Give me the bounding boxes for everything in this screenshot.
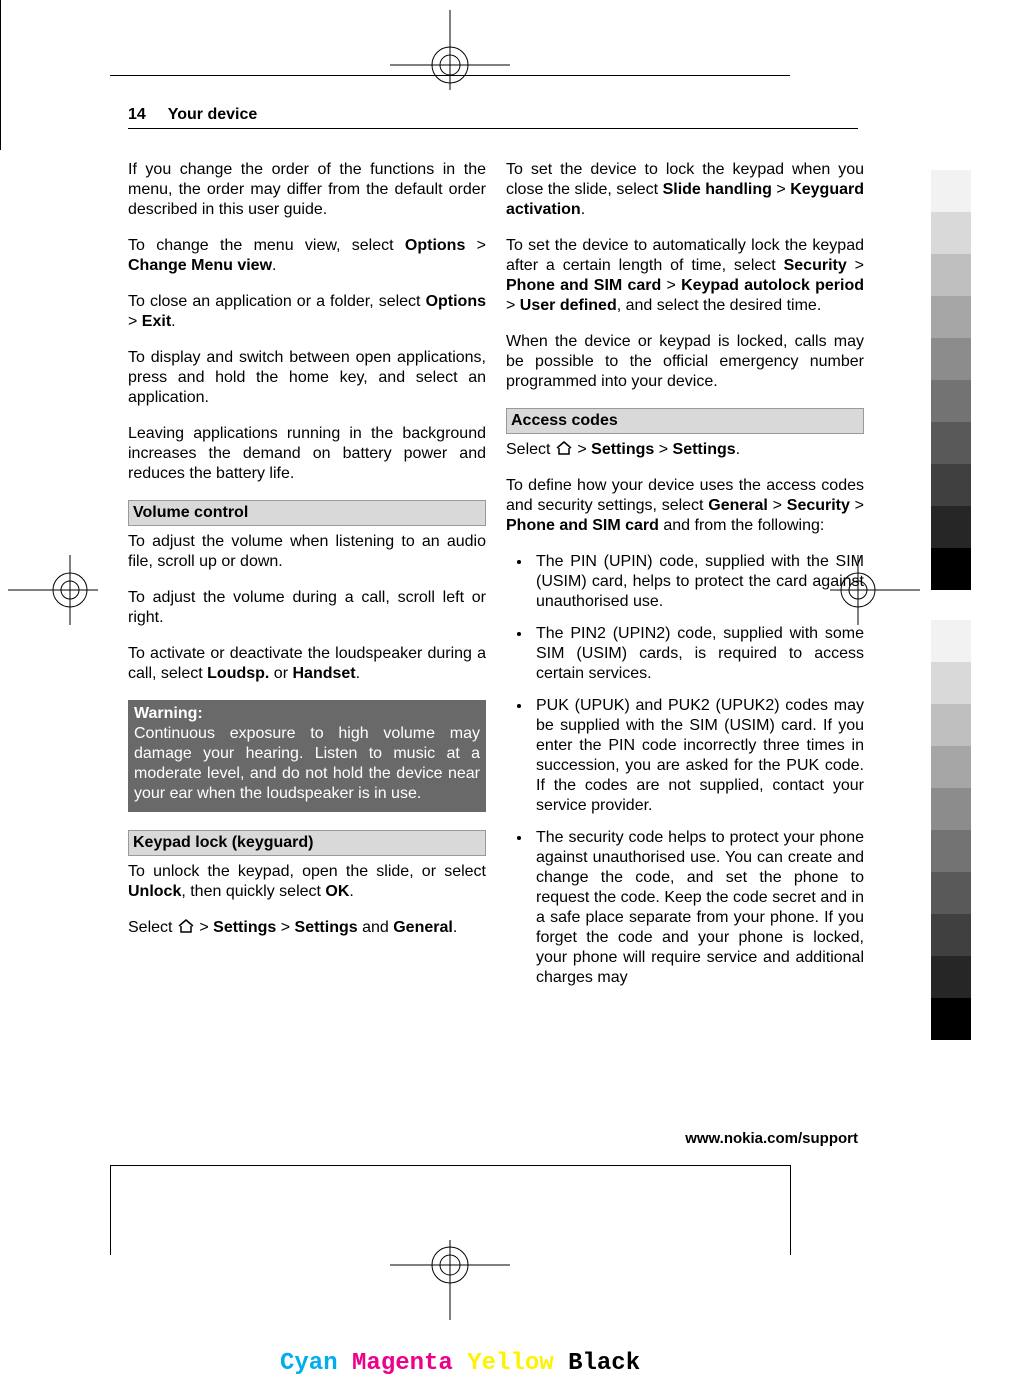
paragraph: If you change the order of the functions…: [128, 160, 486, 220]
magenta-label: Magenta: [352, 1350, 453, 1377]
registration-mark-icon: [8, 555, 98, 625]
page: 14 Your device If you change the order o…: [0, 0, 1016, 1396]
crop-mark: [110, 1165, 111, 1255]
section-heading-access: Access codes: [506, 408, 864, 434]
paragraph: Select > Settings > Settings and General…: [128, 918, 486, 938]
paragraph: Leaving applications running in the back…: [128, 424, 486, 484]
list-item: The PIN (UPIN) code, supplied with the S…: [532, 552, 864, 612]
crop-mark: [0, 75, 1, 150]
paragraph: To adjust the volume during a call, scro…: [128, 588, 486, 628]
right-column: To set the device to lock the keypad whe…: [506, 160, 864, 1000]
section-heading-volume: Volume control: [128, 500, 486, 526]
yellow-label: Yellow: [467, 1350, 553, 1377]
cyan-label: Cyan: [280, 1350, 338, 1377]
paragraph: To change the menu view, select Options …: [128, 236, 486, 276]
paragraph: To unlock the keypad, open the slide, or…: [128, 862, 486, 902]
paragraph: To set the device to automatically lock …: [506, 236, 864, 316]
crop-mark: [0, 0, 1, 75]
footer-url: www.nokia.com/support: [128, 1130, 858, 1147]
home-icon: [555, 440, 573, 456]
crop-mark: [790, 1165, 791, 1255]
paragraph: To close an application or a folder, sel…: [128, 292, 486, 332]
paragraph: To adjust the volume when listening to a…: [128, 532, 486, 572]
page-header: 14 Your device: [128, 106, 858, 129]
left-column: If you change the order of the functions…: [128, 160, 486, 1000]
home-icon: [177, 918, 195, 934]
grayscale-bar: [931, 170, 971, 1040]
list-item: PUK (UPUK) and PUK2 (UPUK2) codes may be…: [532, 696, 864, 816]
warning-title: Warning:: [134, 704, 480, 724]
page-number: 14: [128, 106, 146, 123]
paragraph: When the device or keypad is locked, cal…: [506, 332, 864, 392]
registration-mark-icon: [390, 10, 510, 90]
warning-body: Continuous exposure to high volume may d…: [134, 724, 480, 804]
black-label: Black: [568, 1350, 640, 1377]
paragraph: To define how your device uses the acces…: [506, 476, 864, 536]
registration-mark-icon: [390, 1240, 510, 1320]
section-title: Your device: [168, 106, 258, 123]
cmyk-label: Cyan Magenta Yellow Black: [280, 1350, 640, 1377]
list-item: The PIN2 (UPIN2) code, supplied with som…: [532, 624, 864, 684]
list-item: The security code helps to protect your …: [532, 828, 864, 988]
paragraph: To display and switch between open appli…: [128, 348, 486, 408]
paragraph: Select > Settings > Settings.: [506, 440, 864, 460]
paragraph: To set the device to lock the keypad whe…: [506, 160, 864, 220]
section-heading-keypad: Keypad lock (keyguard): [128, 830, 486, 856]
warning-box: Warning: Continuous exposure to high vol…: [128, 700, 486, 812]
codes-list: The PIN (UPIN) code, supplied with the S…: [506, 552, 864, 988]
paragraph: To activate or deactivate the loudspeake…: [128, 644, 486, 684]
crop-mark: [110, 1165, 790, 1166]
content-area: If you change the order of the functions…: [128, 160, 864, 1000]
